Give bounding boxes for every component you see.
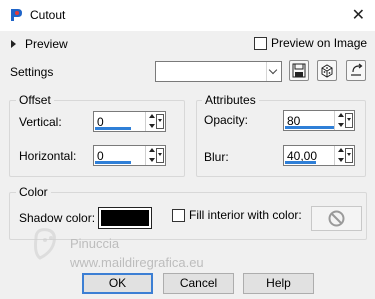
randomize-button[interactable] (317, 60, 337, 81)
fill-color-swatch[interactable] (311, 206, 362, 231)
preview-expander[interactable]: Preview (11, 37, 68, 51)
vertical-label: Vertical: (19, 115, 62, 129)
slider-popup-icon[interactable] (345, 148, 353, 163)
preview-label: Preview (25, 37, 68, 51)
blur-label: Blur: (204, 150, 229, 164)
title-bar: Cutout ✕ (0, 0, 375, 31)
reset-icon (351, 63, 363, 76)
fill-interior-check[interactable] (172, 208, 185, 222)
spin-down-icon[interactable] (149, 124, 155, 128)
shadow-color-fill (101, 210, 149, 226)
combo-dropdown-button[interactable] (266, 62, 281, 81)
color-group-label: Color (16, 185, 51, 199)
offset-group-label: Offset (16, 93, 54, 107)
watermark-name: Pinuccia (70, 236, 120, 251)
horizontal-label: Horizontal: (19, 149, 77, 163)
attributes-group-label: Attributes (202, 93, 259, 107)
chevron-down-icon (268, 65, 278, 75)
fill-interior-checkbox[interactable]: Fill interior with color: (172, 208, 302, 222)
spin-down-icon[interactable] (338, 123, 344, 127)
horizontal-spin-buttons[interactable] (145, 146, 165, 165)
shadow-color-label: Shadow color: (19, 211, 96, 225)
blur-value-bar (285, 161, 316, 164)
horizontal-spinbox[interactable]: 0 (93, 145, 166, 166)
spin-up-icon[interactable] (338, 113, 344, 117)
help-button[interactable]: Help (243, 273, 314, 294)
no-color-icon (328, 210, 345, 227)
slider-popup-icon[interactable] (345, 113, 353, 128)
spin-up-icon[interactable] (149, 114, 155, 118)
reset-button[interactable] (346, 60, 366, 81)
slider-popup-icon[interactable] (156, 148, 164, 163)
settings-label: Settings (10, 65, 54, 79)
save-icon (292, 63, 306, 78)
cancel-button[interactable]: Cancel (163, 273, 234, 294)
horizontal-value-bar (95, 161, 131, 164)
spin-down-icon[interactable] (149, 158, 155, 162)
window-title: Cutout (30, 8, 66, 22)
settings-preset-combo[interactable] (155, 61, 282, 82)
blur-spinbox[interactable]: 40,00 (283, 145, 355, 166)
save-preset-button[interactable] (289, 60, 309, 81)
vertical-spinbox[interactable]: 0 (93, 111, 166, 132)
fill-interior-label: Fill interior with color: (189, 208, 302, 222)
spin-up-icon[interactable] (149, 148, 155, 152)
vertical-value-bar (95, 127, 131, 130)
opacity-spinbox[interactable]: 80 (283, 110, 355, 131)
preview-on-image-check[interactable] (254, 36, 267, 50)
preview-on-image-label: Preview on Image (271, 36, 368, 50)
watermark-url: www.maildiregrafica.eu (70, 255, 204, 270)
ok-button[interactable]: OK (82, 273, 153, 294)
close-icon[interactable]: ✕ (352, 5, 365, 25)
blur-spin-buttons[interactable] (334, 146, 354, 165)
opacity-spin-buttons[interactable] (334, 111, 354, 130)
spin-up-icon[interactable] (338, 148, 344, 152)
expand-triangle-icon (11, 40, 16, 48)
preview-on-image-checkbox[interactable]: Preview on Image (254, 36, 367, 50)
opacity-label: Opacity: (204, 113, 249, 127)
dice-icon (321, 64, 333, 78)
spin-down-icon[interactable] (338, 158, 344, 162)
slider-popup-icon[interactable] (156, 114, 164, 129)
vertical-spin-buttons[interactable] (145, 112, 165, 131)
app-logo-icon (11, 9, 22, 21)
opacity-value-bar (285, 126, 335, 129)
